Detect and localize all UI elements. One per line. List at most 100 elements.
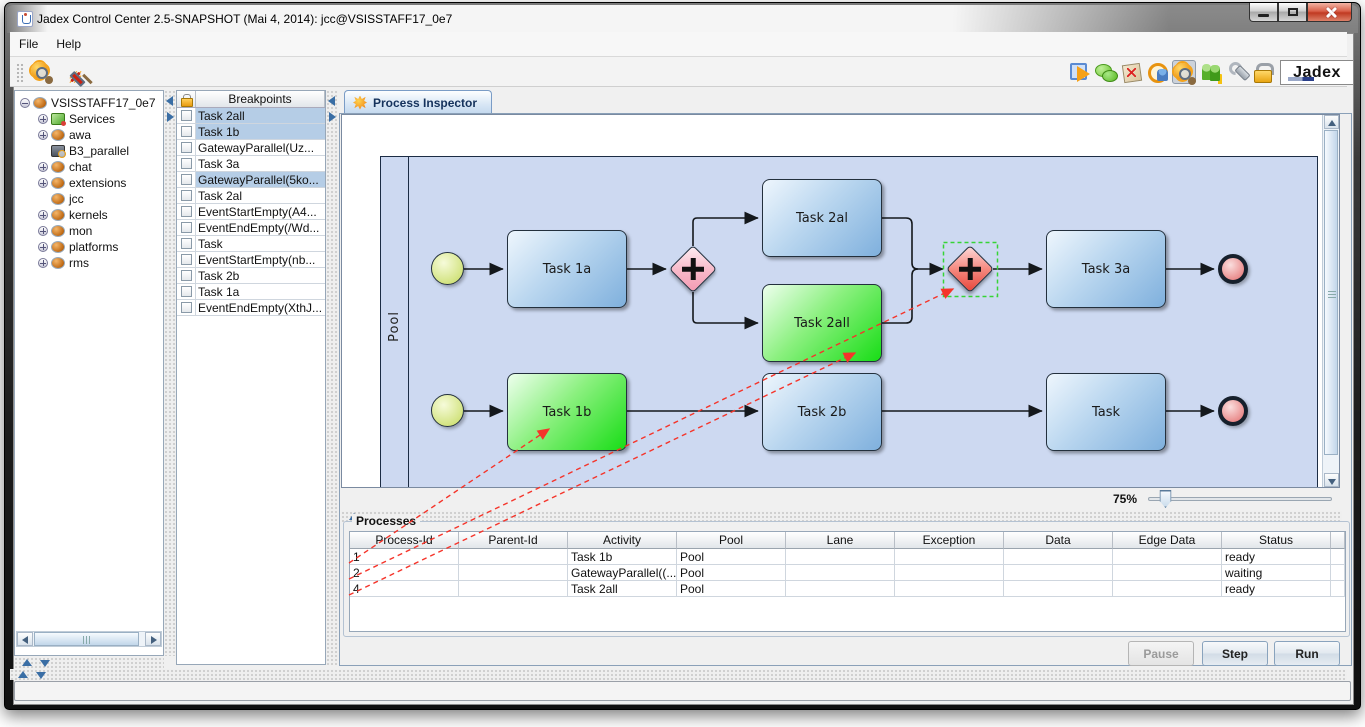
start-event-2[interactable]	[431, 394, 464, 427]
task-2all[interactable]: Task 2all	[762, 284, 882, 362]
column-header-exception[interactable]: Exception	[895, 532, 1004, 549]
tree-horizontal-scrollbar[interactable]	[16, 631, 162, 647]
split-divider-status[interactable]	[10, 669, 1347, 680]
kill-component-icon[interactable]	[58, 60, 82, 84]
minimize-button[interactable]	[1249, 3, 1278, 22]
awareness-icon[interactable]	[1146, 60, 1170, 84]
breakpoint-row[interactable]: EventStartEmpty(A4...	[177, 204, 325, 220]
breakpoint-checkbox[interactable]	[181, 126, 192, 137]
breakpoint-checkbox[interactable]	[181, 110, 192, 121]
cell-status[interactable]: ready	[1222, 581, 1331, 597]
breakpoint-checkbox[interactable]	[181, 142, 192, 153]
settings-icon[interactable]	[1226, 60, 1250, 84]
tree-item-kernels[interactable]: kernels	[15, 207, 163, 223]
cell-lane[interactable]	[786, 581, 895, 597]
breakpoint-checkbox[interactable]	[181, 158, 192, 169]
diagram-vertical-scrollbar[interactable]	[1322, 115, 1339, 487]
cell-process-id[interactable]: 2	[350, 565, 459, 581]
cell-parent-id[interactable]	[459, 565, 568, 581]
cell-pool[interactable]: Pool	[677, 565, 786, 581]
cell-parent-id[interactable]	[459, 549, 568, 565]
breakpoint-checkbox[interactable]	[181, 254, 192, 265]
column-header-process-id[interactable]: Process-Id	[350, 532, 459, 549]
tab-process-inspector[interactable]: Process Inspector	[344, 90, 492, 114]
test-center-icon[interactable]	[1120, 60, 1144, 84]
cell-exception[interactable]	[895, 581, 1004, 597]
conversation-icon[interactable]	[1094, 60, 1118, 84]
run-button[interactable]: Run	[1274, 641, 1340, 666]
breakpoint-row[interactable]: Task 2b	[177, 268, 325, 284]
tree-item-awa[interactable]: awa	[15, 127, 163, 143]
cell-edge-data[interactable]	[1113, 549, 1222, 565]
split-divider-tree[interactable]	[164, 90, 176, 656]
column-header-status[interactable]: Status	[1222, 532, 1331, 549]
breakpoint-checkbox[interactable]	[181, 190, 192, 201]
task-2al[interactable]: Task 2al	[762, 179, 882, 257]
cell-status[interactable]: waiting	[1222, 565, 1331, 581]
collapse-up-icon[interactable]	[18, 671, 28, 678]
collapse-down-icon[interactable]	[40, 660, 50, 667]
cell-data[interactable]	[1004, 549, 1113, 565]
column-header-parent-id[interactable]: Parent-Id	[459, 532, 568, 549]
column-header-activity[interactable]: Activity	[568, 532, 677, 549]
cell-lane[interactable]	[786, 549, 895, 565]
bpmn-canvas[interactable]: Pool	[342, 115, 1322, 487]
tree-item-extensions[interactable]: extensions	[15, 175, 163, 191]
tree-item-platforms[interactable]: platforms	[15, 239, 163, 255]
debug-component-icon[interactable]	[30, 60, 54, 84]
breakpoint-checkbox[interactable]	[181, 222, 192, 233]
scroll-down-icon[interactable]	[1324, 473, 1339, 487]
tree-expand-handle[interactable]	[38, 242, 48, 252]
breakpoint-row[interactable]: GatewayParallel(Uz...	[177, 140, 325, 156]
collapse-left-icon[interactable]	[166, 96, 173, 106]
breakpoint-checkbox[interactable]	[181, 302, 192, 313]
menu-file[interactable]: File	[10, 34, 47, 54]
maximize-button[interactable]	[1278, 3, 1307, 22]
task-1b[interactable]: Task 1b	[507, 373, 627, 451]
tree-item-platform[interactable]: VSISSTAFF17_0e7	[15, 95, 163, 111]
breakpoint-checkbox[interactable]	[181, 238, 192, 249]
breakpoint-row[interactable]: Task 2al	[177, 188, 325, 204]
close-button[interactable]	[1307, 3, 1352, 22]
breakpoint-row[interactable]: Task 2all	[177, 108, 325, 124]
cell-pool[interactable]: Pool	[677, 581, 786, 597]
zoom-slider-track[interactable]	[1148, 497, 1332, 501]
title-bar[interactable]: Jadex Control Center 2.5-SNAPSHOT (Mai 4…	[7, 5, 1358, 33]
task[interactable]: Task	[1046, 373, 1166, 451]
tree-expand-handle[interactable]	[38, 162, 48, 172]
tree-expand-handle[interactable]	[38, 226, 48, 236]
breakpoint-row[interactable]: EventEndEmpty(XthJ...	[177, 300, 325, 316]
scroll-right-icon[interactable]	[145, 632, 161, 646]
cell-status[interactable]: ready	[1222, 549, 1331, 565]
menu-help[interactable]: Help	[47, 34, 90, 54]
tree-expand-handle[interactable]	[38, 210, 48, 220]
component-viewer-icon[interactable]	[1172, 60, 1196, 84]
collapse-right-icon[interactable]	[329, 112, 336, 122]
column-header-pool[interactable]: Pool	[677, 532, 786, 549]
scroll-up-icon[interactable]	[1324, 115, 1339, 129]
breakpoint-checkbox[interactable]	[181, 206, 192, 217]
breakpoint-row[interactable]: EventStartEmpty(nb...	[177, 252, 325, 268]
cell-process-id[interactable]: 4	[350, 581, 459, 597]
end-event-1[interactable]	[1218, 254, 1248, 284]
breakpoint-row[interactable]: GatewayParallel(5ko...	[177, 172, 325, 188]
split-divider-tree-bottom[interactable]	[14, 657, 164, 668]
collapse-left-icon[interactable]	[328, 96, 335, 106]
collapse-down-icon[interactable]	[36, 672, 46, 679]
column-header-edge-data[interactable]: Edge Data	[1113, 532, 1222, 549]
tree-expand-handle[interactable]	[38, 258, 48, 268]
cell-activity[interactable]: GatewayParallel((...	[568, 565, 677, 581]
end-event-2[interactable]	[1218, 396, 1248, 426]
cell-exception[interactable]	[895, 549, 1004, 565]
step-button[interactable]: Step	[1202, 641, 1268, 666]
cell-activity[interactable]: Task 2all	[568, 581, 677, 597]
breakpoint-row[interactable]: Task	[177, 236, 325, 252]
task-3a[interactable]: Task 3a	[1046, 230, 1166, 308]
cell-parent-id[interactable]	[459, 581, 568, 597]
breakpoint-row[interactable]: Task 3a	[177, 156, 325, 172]
cell-edge-data[interactable]	[1113, 565, 1222, 581]
collapse-up-icon[interactable]	[22, 659, 32, 666]
scrollbar-thumb[interactable]	[1324, 130, 1338, 455]
start-event-1[interactable]	[431, 252, 464, 285]
task-1a[interactable]: Task 1a	[507, 230, 627, 308]
